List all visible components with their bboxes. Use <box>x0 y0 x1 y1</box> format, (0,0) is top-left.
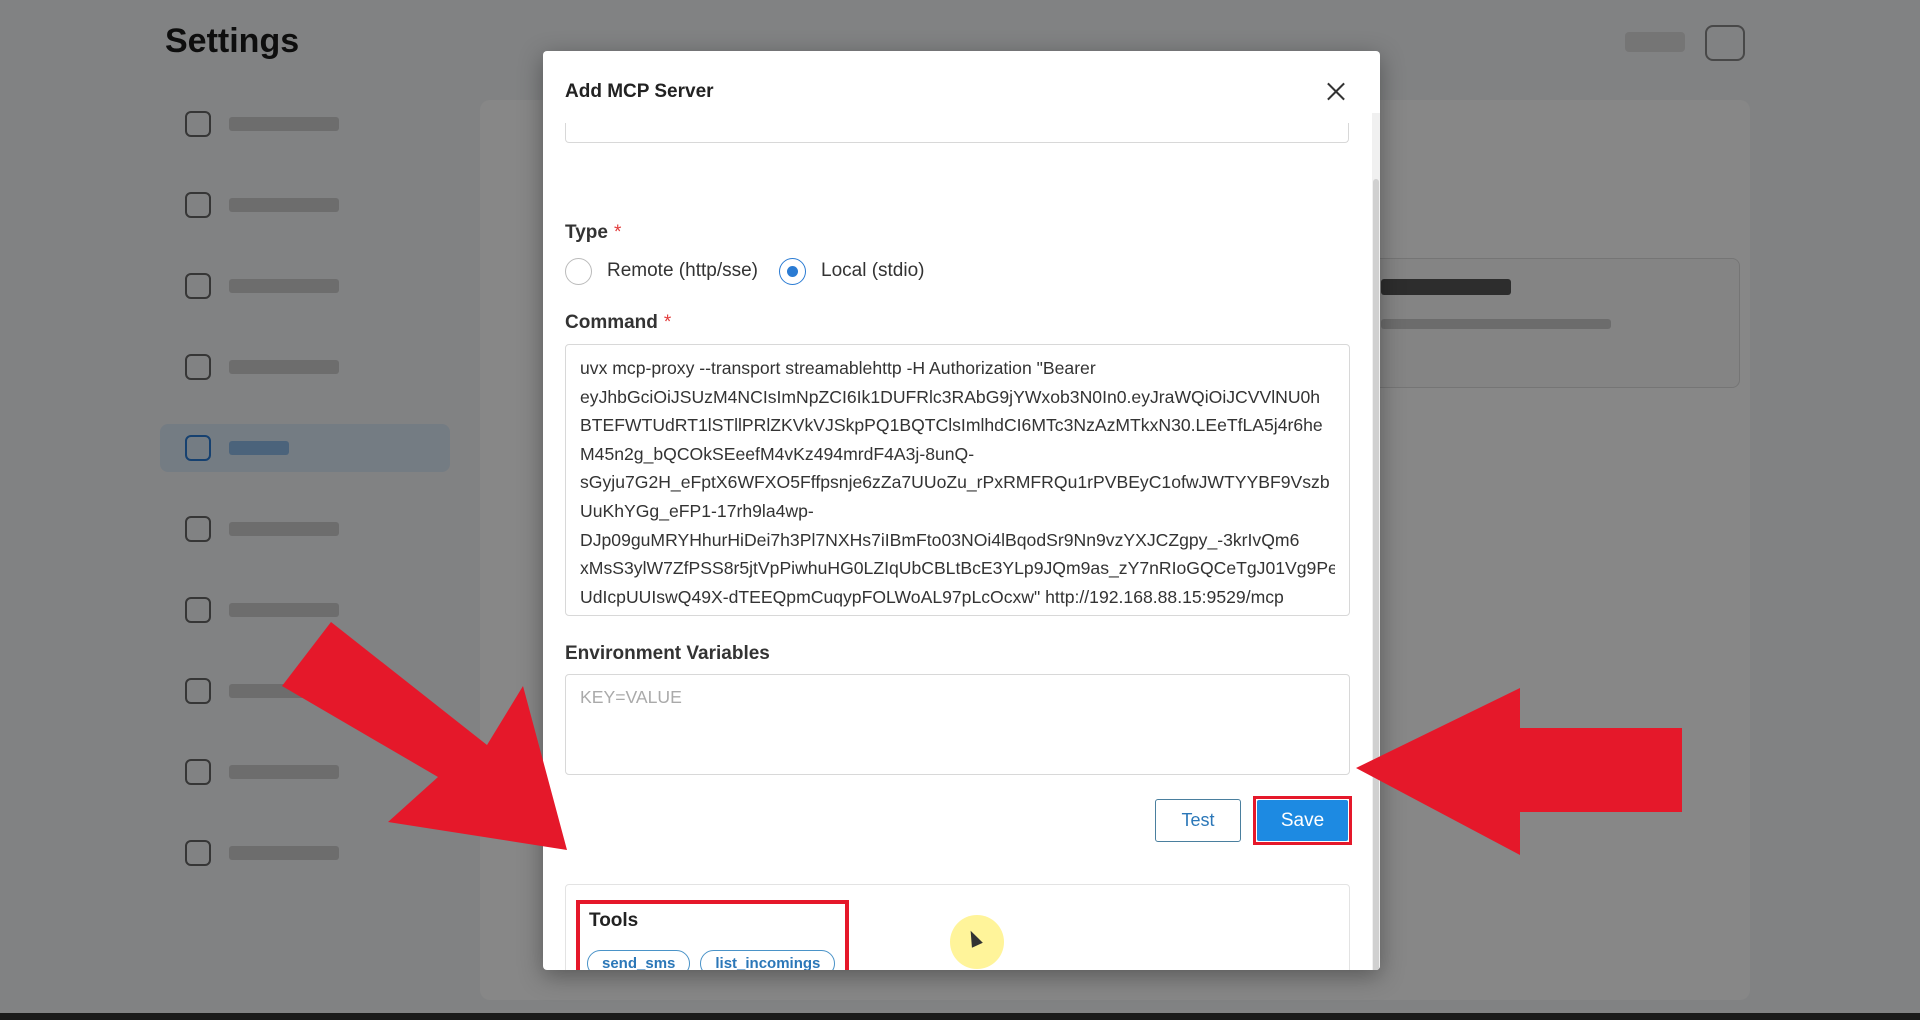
radio-remote-label[interactable]: Remote (http/sse) <box>607 260 758 282</box>
save-button[interactable]: Save <box>1257 800 1348 841</box>
type-label: Type * <box>565 222 622 243</box>
env-placeholder: KEY=VALUE <box>580 687 682 707</box>
required-mark: * <box>663 312 672 333</box>
test-button[interactable]: Test <box>1155 799 1241 842</box>
command-textarea[interactable]: uvx mcp-proxy --transport streamablehttp… <box>565 344 1350 616</box>
add-mcp-server-dialog: Add MCP Server Type * Remote (http/sse) L… <box>543 51 1380 970</box>
name-field-edge[interactable] <box>565 123 1349 143</box>
radio-local[interactable] <box>779 257 806 285</box>
tool-chip-list: send_sms list_incomings <box>587 950 836 970</box>
tool-chip[interactable]: send_sms <box>587 950 691 970</box>
radio-remote[interactable] <box>565 257 592 285</box>
tool-chip[interactable]: list_incomings <box>700 950 836 970</box>
required-mark: * <box>613 222 622 243</box>
close-icon[interactable] <box>1322 78 1350 106</box>
env-label: Environment Variables <box>565 643 770 664</box>
env-textarea[interactable]: KEY=VALUE <box>565 674 1350 775</box>
dialog-title: Add MCP Server <box>565 81 714 102</box>
type-radio-group: Remote (http/sse) Local (stdio) <box>565 256 946 286</box>
dialog-scrollbar[interactable] <box>1372 113 1380 970</box>
command-label: Command * <box>565 312 672 333</box>
scroll-thumb[interactable] <box>1373 179 1379 970</box>
radio-local-label[interactable]: Local (stdio) <box>821 260 925 282</box>
tools-title: Tools <box>589 910 639 931</box>
bottom-strip <box>0 1013 1920 1020</box>
